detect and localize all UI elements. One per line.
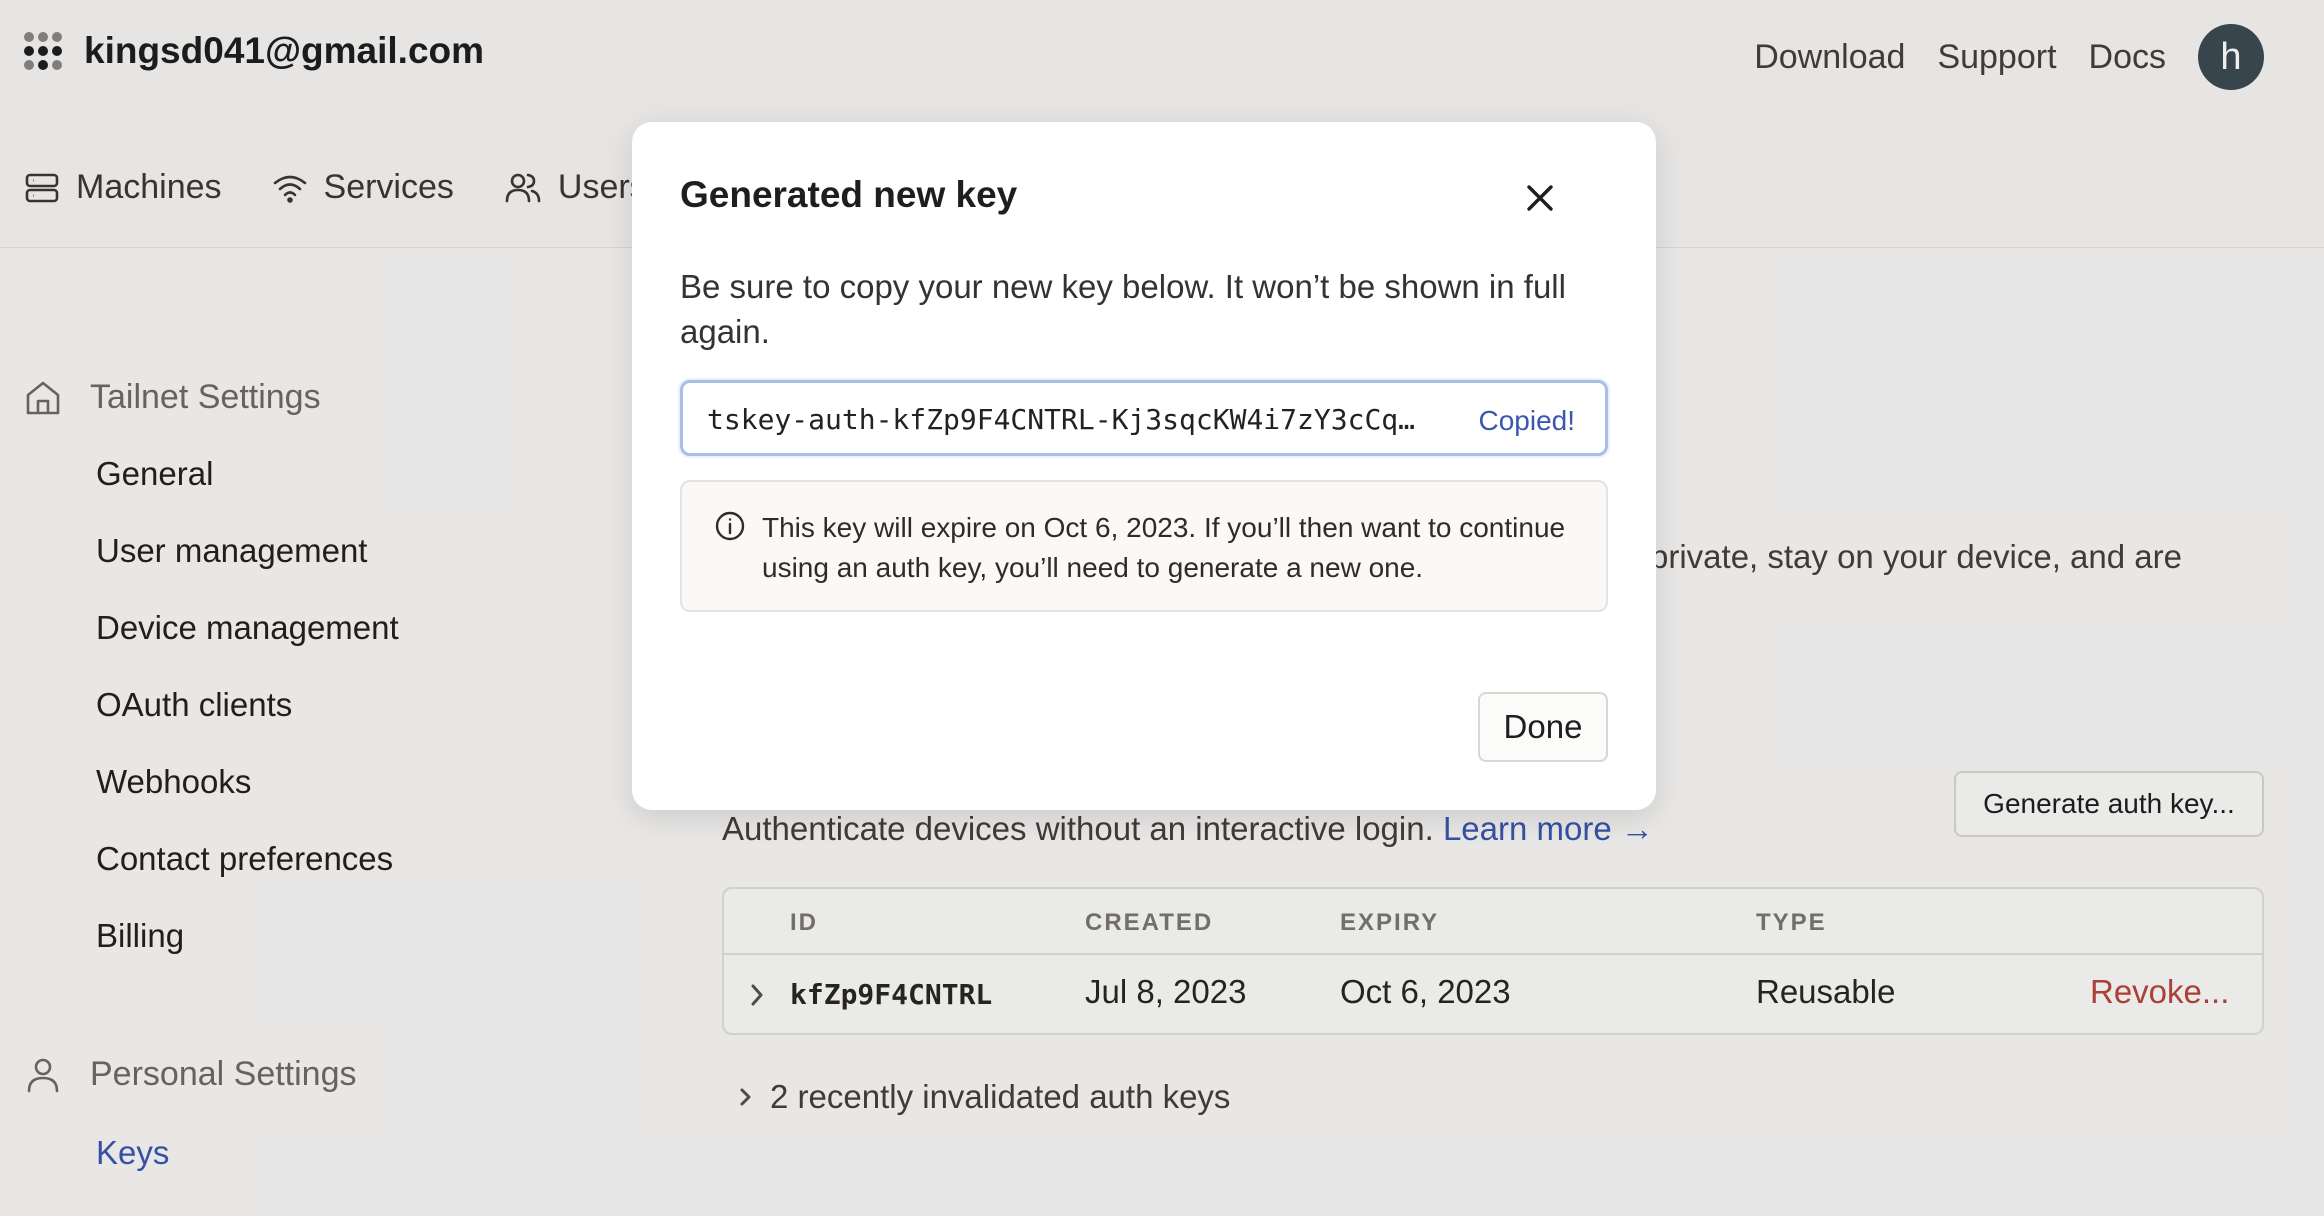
dialog-message: Be sure to copy your new key below. It w…: [680, 268, 1566, 350]
auth-key-field[interactable]: tskey-auth-kfZp9F4CNTRL-Kj3sqcKW4i7zY3cC…: [680, 380, 1608, 456]
close-icon[interactable]: [1516, 174, 1564, 222]
dialog-title: Generated new key: [680, 174, 1018, 215]
done-button[interactable]: Done: [1478, 692, 1608, 762]
generated-key-dialog: Generated new key Be sure to copy your n…: [632, 122, 1656, 810]
info-icon: [715, 511, 745, 541]
expiry-notice: This key will expire on Oct 6, 2023. If …: [680, 480, 1608, 612]
auth-key-value[interactable]: tskey-auth-kfZp9F4CNTRL-Kj3sqcKW4i7zY3cC…: [707, 403, 1417, 436]
expiry-notice-text: This key will expire on Oct 6, 2023. If …: [762, 512, 1566, 583]
copy-button[interactable]: Copied!: [1478, 405, 1575, 437]
